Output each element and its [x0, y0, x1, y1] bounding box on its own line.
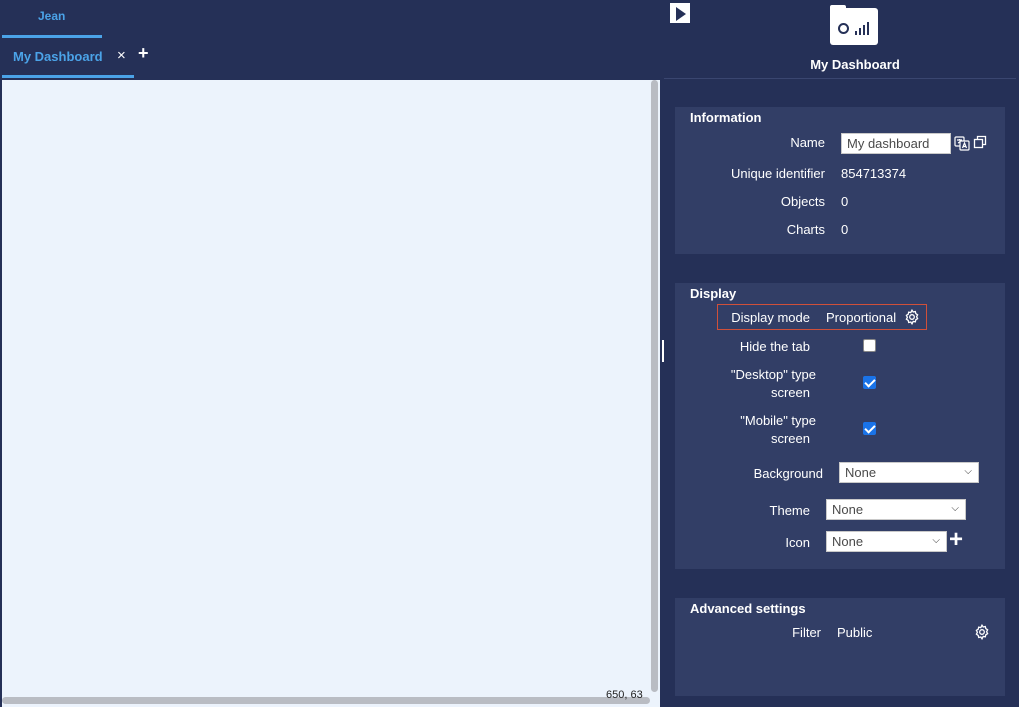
- charts-label: Charts: [786, 222, 825, 237]
- name-field[interactable]: [841, 133, 951, 154]
- chevron-down-icon: ⌵: [932, 535, 940, 546]
- icon-select[interactable]: None ⌵: [826, 531, 947, 552]
- tab-label: My Dashboard: [13, 49, 103, 64]
- advanced-settings-section: Advanced settings: [675, 598, 1005, 696]
- desktop-screen-label-line1: "Desktop" type: [730, 367, 816, 382]
- background-select[interactable]: None ⌵: [839, 462, 979, 483]
- user-tab-label: Jean: [38, 9, 66, 23]
- theme-label: Theme: [769, 503, 810, 518]
- objects-value: 0: [841, 194, 849, 209]
- canvas-size-readout: 650, 63: [606, 689, 643, 701]
- section-title-display: Display: [690, 286, 737, 301]
- filter-label: Filter: [792, 625, 821, 640]
- hide-tab-checkbox[interactable]: [863, 339, 876, 352]
- horizontal-scrollbar[interactable]: [2, 696, 660, 707]
- icon-label: Icon: [785, 535, 810, 550]
- close-tab-icon[interactable]: ×: [117, 47, 126, 64]
- mobile-screen-label-line2: screen: [770, 431, 810, 446]
- mobile-screen-label-line1: "Mobile" type: [740, 413, 816, 428]
- vertical-scroll-thumb[interactable]: [651, 80, 658, 692]
- add-tab-icon[interactable]: +: [138, 43, 149, 64]
- dashboard-editor-pane: Jean My Dashboard × + 650, 63: [0, 0, 660, 707]
- filter-settings-icon[interactable]: [974, 623, 990, 643]
- tab-my-dashboard[interactable]: My Dashboard ×: [2, 42, 134, 78]
- filter-value: Public: [837, 625, 873, 640]
- section-title-information: Information: [690, 110, 762, 125]
- desktop-screen-checkbox[interactable]: [863, 376, 876, 389]
- background-select-value: None: [845, 465, 877, 480]
- horizontal-scroll-thumb[interactable]: [2, 697, 650, 704]
- translate-icon[interactable]: [954, 135, 970, 154]
- desktop-screen-label-line2: screen: [770, 385, 810, 400]
- theme-select-value: None: [832, 502, 864, 517]
- icon-select-value: None: [832, 534, 864, 549]
- user-tab[interactable]: Jean: [2, 0, 102, 38]
- theme-select[interactable]: None ⌵: [826, 499, 966, 520]
- display-mode-label: Display mode: [731, 310, 810, 325]
- dashboard-canvas[interactable]: [2, 80, 650, 696]
- app-window: Jean My Dashboard × + 650, 63 My Dashboa…: [0, 0, 1019, 707]
- background-label: Background: [753, 466, 823, 481]
- uid-label: Unique identifier: [731, 166, 825, 181]
- uid-value: 854713374: [841, 166, 907, 181]
- dashboard-folder-icon: [830, 5, 878, 45]
- section-title-advanced: Advanced settings: [690, 601, 806, 616]
- name-label: Name: [790, 135, 825, 150]
- panel-title: My Dashboard: [810, 57, 900, 72]
- add-icon-button[interactable]: +: [949, 528, 963, 552]
- hide-tab-label: Hide the tab: [739, 339, 810, 354]
- chevron-down-icon: ⌵: [951, 503, 959, 514]
- chevron-down-icon: ⌵: [964, 466, 972, 477]
- copy-icon[interactable]: [973, 135, 988, 153]
- display-mode-settings-icon[interactable]: [904, 308, 920, 328]
- collapse-panel-button[interactable]: [669, 2, 691, 24]
- display-mode-value: Proportional: [826, 310, 897, 325]
- title-divider: [664, 78, 1016, 79]
- charts-value: 0: [841, 222, 849, 237]
- vertical-scrollbar[interactable]: [650, 80, 660, 696]
- mobile-screen-checkbox[interactable]: [863, 422, 876, 435]
- objects-label: Objects: [780, 194, 825, 209]
